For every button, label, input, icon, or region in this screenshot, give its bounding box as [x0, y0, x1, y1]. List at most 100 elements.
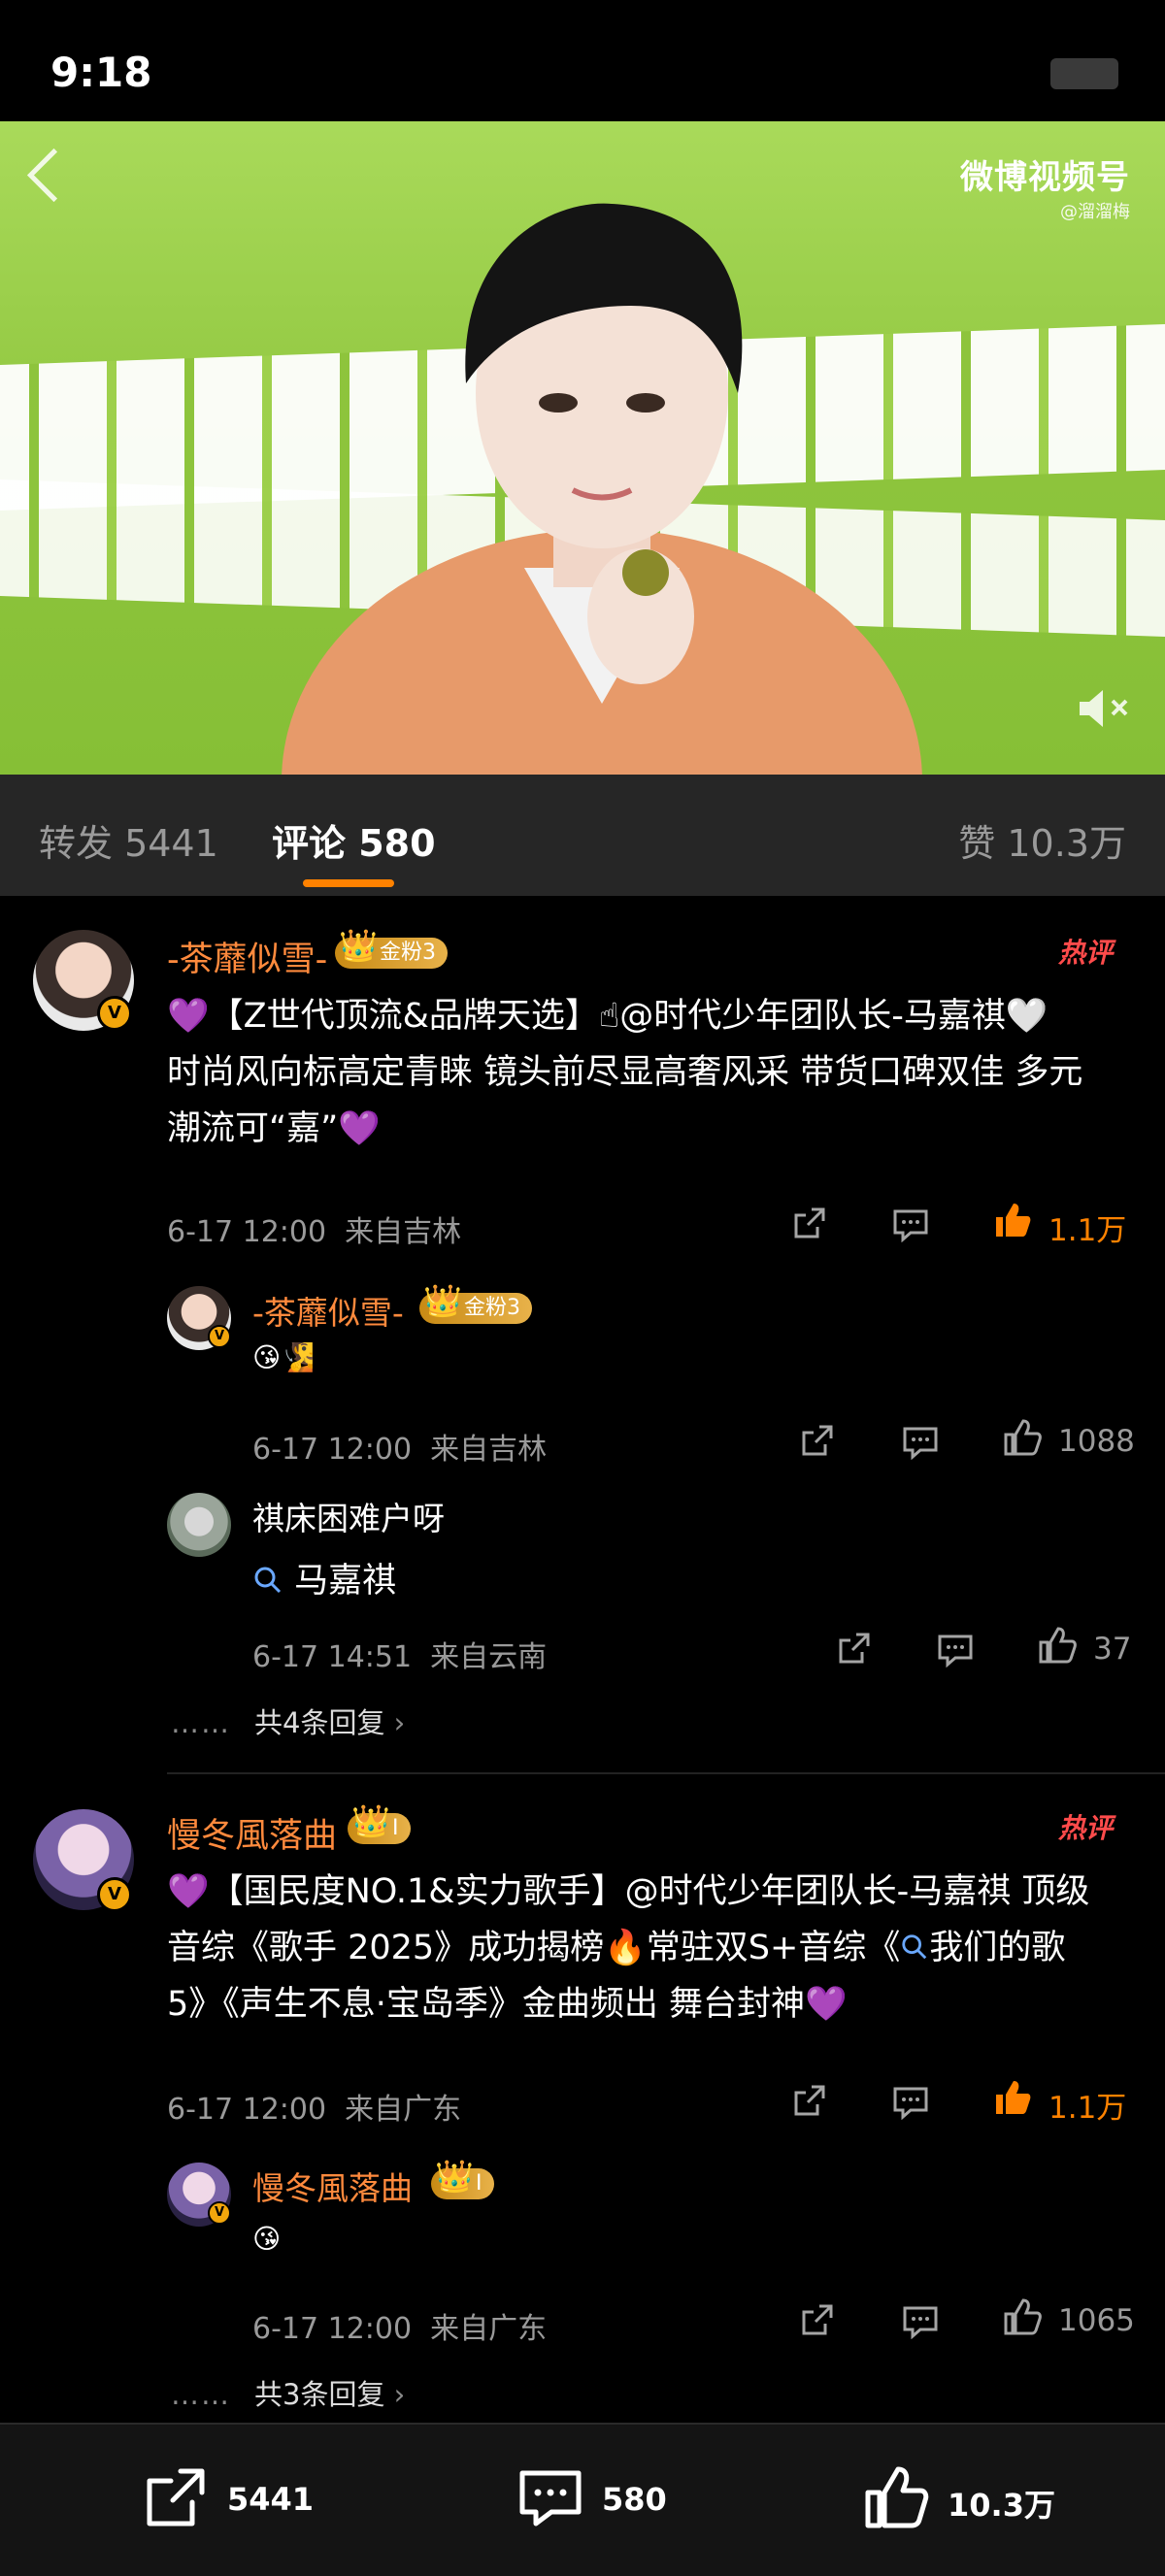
video-player[interactable]: 微博视频号 @溜溜梅: [0, 121, 1165, 775]
comment-button[interactable]: 580: [516, 2463, 667, 2531]
topic-link[interactable]: 马嘉祺: [252, 1553, 396, 1602]
reply-meta: 6-17 14:51 来自云南: [252, 1633, 547, 1675]
comment-icon[interactable]: [891, 2083, 930, 2120]
chevron-right-icon: ›: [384, 1706, 406, 1739]
crown-icon: 👑: [339, 927, 378, 964]
verified-badge-icon: V: [97, 1877, 132, 1912]
share-icon[interactable]: [798, 2300, 837, 2339]
bottom-action-bar: 5441 580 10.3万: [0, 2423, 1165, 2576]
comment-location: 来自吉林: [345, 1215, 462, 1249]
share-icon: [147, 2468, 205, 2526]
reply-username[interactable]: 祺床困难户呀: [252, 1493, 445, 1539]
dots-icon: ……: [171, 1706, 231, 1739]
weibo-video-logo: 微博视频号 @溜溜梅: [960, 150, 1130, 223]
comment-text: 【国民度NO.1&实力歌手】@时代少年团队长-马嘉祺 顶级: [209, 1872, 1090, 1911]
crown-icon: 👑: [423, 1282, 462, 1319]
tab-repost[interactable]: 转发 5441: [39, 813, 218, 867]
like-count: 1065: [1058, 2303, 1135, 2338]
avatar[interactable]: [167, 1493, 231, 1557]
reply-time: 6-17 12:00: [252, 1433, 413, 1467]
fan-level-badge: 👑 I: [431, 2161, 494, 2199]
comment-divider: [167, 1772, 1165, 1774]
video-person-figure: [282, 203, 922, 775]
comment-text: 【Z世代顶流&品牌天选】: [209, 997, 599, 1036]
like-icon[interactable]: [1037, 1625, 1078, 1666]
repost-button[interactable]: 5441: [142, 2463, 314, 2531]
comment-text: 5》《声生不息·宝岛季》金曲频出 舞台封神: [167, 1985, 806, 2024]
more-replies-label: 共4条回复: [254, 1706, 385, 1739]
pointing-up-emoji: ☝: [598, 997, 620, 1036]
tab-comments[interactable]: 评论 580: [272, 813, 436, 867]
crown-icon: 👑: [435, 2158, 474, 2195]
fan-level-label: 金粉3: [380, 941, 436, 965]
crown-icon: 👑: [351, 1802, 390, 1839]
like-icon: [865, 2466, 929, 2528]
like-count: 1.1万: [1048, 2091, 1127, 2126]
topic-link[interactable]: 我们的歌: [929, 1929, 1065, 1967]
back-arrow-icon[interactable]: [26, 148, 82, 203]
fan-level-label: I: [392, 1816, 399, 1840]
logo-handle: @溜溜梅: [1060, 202, 1130, 222]
fan-level-badge: 👑 金粉3: [419, 1285, 532, 1324]
share-icon[interactable]: [790, 2081, 829, 2120]
like-count: 10.3万: [948, 2487, 1055, 2524]
comment-content: 💜【国民度NO.1&实力歌手】@时代少年团队长-马嘉祺 顶级 音综《歌手 202…: [167, 1864, 1138, 2032]
reply-text: 😘🧏: [252, 1341, 316, 1373]
comment-text: 时尚风向标高定青睐 镜头前尽显高奢风采 带货口碑双佳 多元: [167, 1053, 1083, 1092]
topic-text: 马嘉祺: [294, 1562, 397, 1601]
search-icon: [902, 1934, 927, 1960]
active-tab-indicator: [303, 879, 394, 887]
like-count: 1088: [1058, 1424, 1135, 1459]
purple-heart-emoji: 💜: [167, 997, 210, 1036]
search-icon: [254, 1567, 282, 1594]
hot-comment-label: 热评: [1058, 937, 1114, 969]
like-icon-active[interactable]: [992, 1200, 1033, 1240]
reply-meta: 6-17 12:00 来自吉林: [252, 1425, 547, 1468]
reply-meta: 6-17 12:00 来自广东: [252, 2304, 547, 2347]
comment-icon: [519, 2470, 582, 2526]
reply-username[interactable]: 慢冬風落曲: [252, 2163, 413, 2209]
reply-text: 😘: [252, 2223, 282, 2255]
comment-time: 6-17 12:00: [167, 2093, 327, 2127]
volume-mute-icon[interactable]: [1076, 684, 1134, 733]
comment-count: 580: [602, 2481, 667, 2518]
share-icon[interactable]: [790, 1204, 829, 1242]
share-icon[interactable]: [835, 1629, 874, 1668]
user-mention-link[interactable]: @时代少年团队长-马嘉祺: [619, 997, 1006, 1036]
reply-location: 来自云南: [430, 1640, 548, 1674]
like-icon[interactable]: [1002, 2296, 1043, 2337]
battery-icon: [1050, 58, 1118, 89]
view-more-replies-link[interactable]: …… 共3条回复 ›: [171, 2372, 405, 2413]
tab-likes[interactable]: 赞 10.3万: [958, 813, 1126, 867]
purple-heart-emoji: 💜: [167, 1872, 210, 1911]
comment-text: 潮流可“嘉”: [167, 1109, 339, 1148]
white-heart-emoji: 🤍: [1005, 997, 1048, 1036]
share-icon[interactable]: [798, 1421, 837, 1460]
status-time: 9:18: [50, 49, 152, 96]
verified-badge-icon: V: [208, 1325, 231, 1348]
comment-icon[interactable]: [891, 1205, 930, 1242]
like-icon[interactable]: [1002, 1417, 1043, 1458]
chevron-right-icon: ›: [384, 2378, 406, 2411]
view-more-replies-link[interactable]: …… 共4条回复 ›: [171, 1701, 405, 1741]
comment-icon[interactable]: [901, 2302, 940, 2339]
more-replies-label: 共3条回复: [254, 2378, 385, 2411]
comment-icon[interactable]: [936, 1631, 975, 1668]
hot-comment-label: 热评: [1058, 1812, 1114, 1844]
like-icon-active[interactable]: [992, 2077, 1033, 2118]
verified-badge-icon: V: [208, 2201, 231, 2225]
logo-text: 微博视频号: [960, 158, 1130, 197]
like-count: 1.1万: [1048, 1213, 1127, 1248]
comment-icon[interactable]: [901, 1423, 940, 1460]
fan-level-badge: 👑 I: [348, 1805, 411, 1844]
reply-location: 来自吉林: [430, 1433, 548, 1467]
like-button[interactable]: 10.3万: [862, 2463, 1055, 2531]
reply-location: 来自广东: [430, 2312, 548, 2346]
reply-username[interactable]: -茶蘼似雪-: [252, 1287, 404, 1334]
comment-time: 6-17 12:00: [167, 1215, 327, 1249]
comment-username[interactable]: -茶蘼似雪-: [167, 932, 327, 981]
purple-heart-emoji: 💜: [805, 1985, 848, 2024]
status-bar: 9:18: [0, 0, 1165, 121]
comment-username[interactable]: 慢冬風落曲: [167, 1808, 337, 1858]
comment-meta: 6-17 12:00 来自吉林: [167, 1207, 461, 1250]
